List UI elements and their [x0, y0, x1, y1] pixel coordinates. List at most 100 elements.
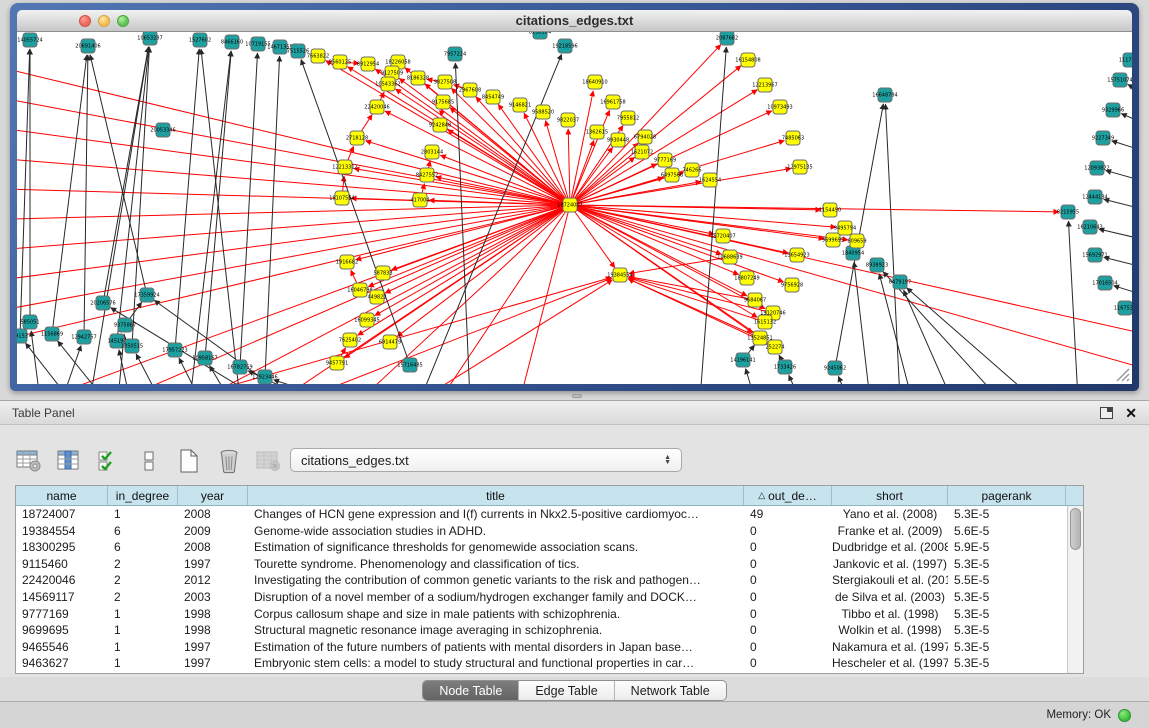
table-row[interactable]: 946362711997Embryonic stem cells: a mode…: [16, 655, 1067, 672]
table-cell[interactable]: Structural magnetic resonance image aver…: [248, 622, 744, 639]
table-cell[interactable]: 0: [744, 556, 832, 573]
table-cell[interactable]: Tibbo et al. (1998): [832, 606, 948, 623]
graph-edge[interactable]: [570, 147, 613, 205]
table-row[interactable]: 911546021997Tourette syndrome. Phenomeno…: [16, 556, 1067, 573]
graph-edge[interactable]: [570, 205, 721, 254]
graph-edge[interactable]: [879, 274, 912, 384]
vertical-scrollbar[interactable]: [1067, 506, 1083, 673]
table-cell[interactable]: 0: [744, 523, 832, 540]
table-cell[interactable]: 2: [108, 572, 178, 589]
graph-edge[interactable]: [385, 111, 570, 205]
table-cell[interactable]: 1997: [178, 655, 248, 672]
graph-edge[interactable]: [52, 55, 87, 334]
graph-edge[interactable]: [17, 157, 570, 205]
table-cell[interactable]: 14569117: [16, 589, 108, 606]
table-row[interactable]: 2242004622012Investigating the contribut…: [16, 572, 1067, 589]
table-cell[interactable]: Disruption of a novel member of a sodium…: [248, 589, 744, 606]
column-header[interactable]: title: [248, 486, 744, 505]
column-header[interactable]: short: [832, 486, 948, 505]
graph-edge[interactable]: [1112, 141, 1132, 153]
column-header[interactable]: in_degree: [108, 486, 178, 505]
table-cell[interactable]: 9699695: [16, 622, 108, 639]
table-cell[interactable]: Nakamura et al. (1997): [832, 639, 948, 656]
table-cell[interactable]: Changes of HCN gene expression and I(f) …: [248, 506, 744, 523]
graph-edge[interactable]: [1106, 170, 1132, 183]
show-columns-button[interactable]: [54, 446, 84, 476]
table-cell[interactable]: 1: [108, 639, 178, 656]
table-cell[interactable]: 5.6E-5: [948, 523, 1066, 540]
table-cell[interactable]: 18724007: [16, 506, 108, 523]
table-cell[interactable]: 2: [108, 589, 178, 606]
table-cell[interactable]: 5.3E-5: [948, 556, 1066, 573]
graph-edge[interactable]: [48, 205, 570, 384]
table-cell[interactable]: Stergiakouli et al. (2012): [832, 572, 948, 589]
tab-network-table[interactable]: Network Table: [615, 681, 726, 700]
zoom-button[interactable]: [117, 15, 129, 27]
graph-edge[interactable]: [854, 262, 870, 384]
table-cell[interactable]: 2008: [178, 539, 248, 556]
column-header[interactable]: pagerank: [948, 486, 1066, 505]
graph-edge[interactable]: [375, 205, 570, 316]
float-panel-icon[interactable]: [1100, 407, 1113, 419]
graph-edge[interactable]: [385, 205, 570, 293]
table-cell[interactable]: 0: [744, 622, 832, 639]
graph-edge[interactable]: [789, 375, 800, 384]
table-cell[interactable]: Yano et al. (2008): [832, 506, 948, 523]
table-cell[interactable]: 0: [744, 572, 832, 589]
graph-edge[interactable]: [1104, 199, 1132, 211]
table-cell[interactable]: 5.3E-5: [948, 589, 1066, 606]
graph-edge[interactable]: [366, 141, 570, 205]
table-cell[interactable]: 9465546: [16, 639, 108, 656]
table-cell[interactable]: 9777169: [16, 606, 108, 623]
table-cell[interactable]: Corpus callosum shape and size in male p…: [248, 606, 744, 623]
table-cell[interactable]: 6: [108, 539, 178, 556]
graph-edge[interactable]: [1121, 114, 1132, 126]
scrollbar-thumb[interactable]: [1070, 508, 1081, 550]
table-cell[interactable]: Franke et al. (2009): [832, 523, 948, 540]
table-cell[interactable]: Tourette syndrome. Phenomenology and cla…: [248, 556, 744, 573]
graph-edge[interactable]: [240, 53, 257, 367]
graph-edge[interactable]: [17, 62, 570, 205]
delete-column-button[interactable]: [214, 446, 244, 476]
graph-edge[interactable]: [179, 358, 200, 384]
table-cell[interactable]: Jankovic et al. (1997): [832, 556, 948, 573]
column-header[interactable]: year: [178, 486, 248, 505]
table-cell[interactable]: 0: [744, 639, 832, 656]
close-button[interactable]: [79, 15, 91, 27]
table-cell[interactable]: Hescheler et al. (1997): [832, 655, 948, 672]
graph-edge[interactable]: [1114, 286, 1132, 297]
graph-edge[interactable]: [20, 49, 30, 336]
table-cell[interactable]: Embryonic stem cells: a model to study s…: [248, 655, 744, 672]
table-cell[interactable]: 0: [744, 539, 832, 556]
table-cell[interactable]: 0: [744, 589, 832, 606]
graph-edge[interactable]: [265, 56, 280, 377]
graph-edge[interactable]: [476, 97, 570, 205]
graph-edge[interactable]: [885, 104, 900, 384]
graph-edge[interactable]: [1068, 221, 1078, 384]
graph-edge[interactable]: [420, 280, 612, 384]
close-panel-icon[interactable]: ✕: [1125, 406, 1137, 420]
table-cell[interactable]: de Silva et al. (2003): [832, 589, 948, 606]
table-cell[interactable]: 5.9E-5: [948, 539, 1066, 556]
graph-edge[interactable]: [190, 51, 231, 384]
new-column-button[interactable]: [174, 446, 204, 476]
table-cell[interactable]: Estimation of significance thresholds fo…: [248, 539, 744, 556]
table-mode-button[interactable]: [14, 446, 44, 476]
column-header[interactable]: name: [16, 486, 108, 505]
table-cell[interactable]: 2: [108, 556, 178, 573]
table-row[interactable]: 977716911998Corpus callosum shape and si…: [16, 606, 1067, 623]
graph-edge[interactable]: [838, 376, 848, 384]
table-cell[interactable]: 1997: [178, 639, 248, 656]
table-cell[interactable]: 1: [108, 622, 178, 639]
table-cell[interactable]: 6: [108, 523, 178, 540]
table-cell[interactable]: 19384554: [16, 523, 108, 540]
graph-edge[interactable]: [17, 205, 570, 220]
table-row[interactable]: 1456911722003Disruption of a novel membe…: [16, 589, 1067, 606]
delete-table-button[interactable]: [254, 446, 284, 476]
table-cell[interactable]: 1: [108, 655, 178, 672]
panel-splitter[interactable]: [0, 391, 1149, 400]
network-canvas[interactable]: 1872400714055724206914061065328715276028…: [17, 32, 1132, 384]
minimize-button[interactable]: [98, 15, 110, 27]
graph-edge[interactable]: [208, 205, 570, 384]
table-row[interactable]: 1830029562008Estimation of significance …: [16, 539, 1067, 556]
